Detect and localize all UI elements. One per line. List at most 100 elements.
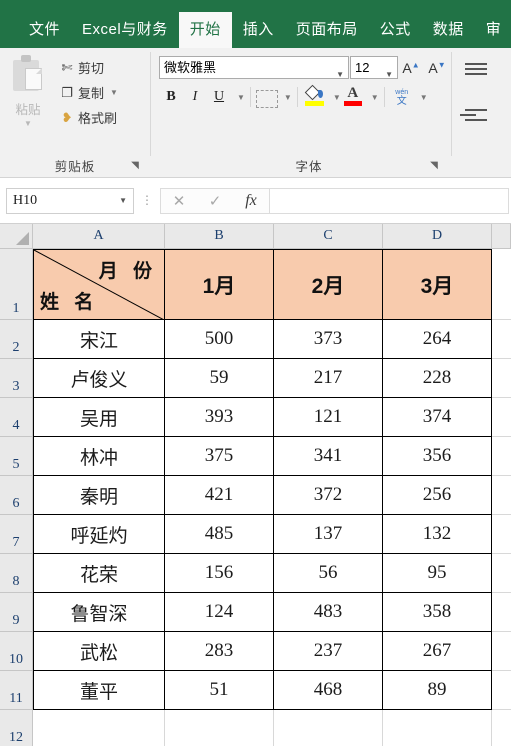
cell-c3[interactable]: 217 — [274, 359, 383, 398]
font-size-caret-icon[interactable]: ▼ — [385, 64, 393, 85]
cell-d8[interactable]: 95 — [383, 554, 492, 593]
cell-e5[interactable] — [492, 437, 511, 476]
row-header-12[interactable]: 12 — [0, 710, 33, 746]
cell-d11[interactable]: 89 — [383, 671, 492, 710]
cell-b3[interactable]: 59 — [165, 359, 274, 398]
confirm-icon[interactable]: ✓ — [197, 192, 233, 210]
increase-font-size-button[interactable]: A▲ — [398, 60, 424, 76]
row-header-2[interactable]: 2 — [0, 320, 33, 359]
italic-button[interactable]: I — [183, 85, 207, 109]
cell-c10[interactable]: 237 — [274, 632, 383, 671]
borders-dropdown-caret[interactable]: ▼ — [284, 93, 292, 102]
cell-e7[interactable] — [492, 515, 511, 554]
tab-page-layout[interactable]: 页面布局 — [285, 12, 369, 48]
cell-d10[interactable]: 267 — [383, 632, 492, 671]
row-header-5[interactable]: 5 — [0, 437, 33, 476]
borders-icon[interactable] — [255, 89, 278, 108]
cell-d7[interactable]: 132 — [383, 515, 492, 554]
formula-input[interactable] — [270, 187, 509, 214]
cell-d12[interactable] — [383, 710, 492, 746]
cell-e11[interactable] — [492, 671, 511, 710]
cell-e1[interactable] — [492, 249, 511, 320]
cell-b7[interactable]: 485 — [165, 515, 274, 554]
row-header-6[interactable]: 6 — [0, 476, 33, 515]
cell-a10[interactable]: 武松 — [33, 632, 165, 671]
cell-d3[interactable]: 228 — [383, 359, 492, 398]
cell-e6[interactable] — [492, 476, 511, 515]
tab-excel-finance[interactable]: Excel与财务 — [71, 12, 179, 48]
cell-d1[interactable]: 3月 — [383, 249, 492, 320]
cell-a9[interactable]: 鲁智深 — [33, 593, 165, 632]
select-all-corner[interactable] — [0, 224, 33, 249]
phonetic-guide-icon[interactable]: wén 文 — [390, 85, 414, 109]
cell-d2[interactable]: 264 — [383, 320, 492, 359]
cell-a12[interactable] — [33, 710, 165, 746]
cell-e2[interactable] — [492, 320, 511, 359]
cell-c9[interactable]: 483 — [274, 593, 383, 632]
font-color-icon[interactable]: A — [341, 85, 365, 109]
cell-b2[interactable]: 500 — [165, 320, 274, 359]
cell-b1[interactable]: 1月 — [165, 249, 274, 320]
cell-c5[interactable]: 341 — [274, 437, 383, 476]
phonetic-dropdown-caret[interactable]: ▼ — [420, 93, 428, 102]
cell-b6[interactable]: 421 — [165, 476, 274, 515]
cell-c6[interactable]: 372 — [274, 476, 383, 515]
cell-a4[interactable]: 吴用 — [33, 398, 165, 437]
cut-button[interactable]: ✄ 剪切 — [56, 55, 118, 80]
cell-e9[interactable] — [492, 593, 511, 632]
cell-c11[interactable]: 468 — [274, 671, 383, 710]
cell-a8[interactable]: 花荣 — [33, 554, 165, 593]
cell-c2[interactable]: 373 — [274, 320, 383, 359]
row-header-7[interactable]: 7 — [0, 515, 33, 554]
tab-home[interactable]: 开始 — [178, 12, 232, 48]
font-dialog-launcher[interactable]: ◥ — [427, 159, 441, 173]
cell-b10[interactable]: 283 — [165, 632, 274, 671]
cell-b4[interactable]: 393 — [165, 398, 274, 437]
cell-c12[interactable] — [274, 710, 383, 746]
row-header-8[interactable]: 8 — [0, 554, 33, 593]
font-name-caret-icon[interactable]: ▼ — [336, 64, 344, 85]
cell-d4[interactable]: 374 — [383, 398, 492, 437]
font-name-input[interactable]: 微软雅黑 ▼ — [159, 56, 349, 79]
cell-b5[interactable]: 375 — [165, 437, 274, 476]
cell-c7[interactable]: 137 — [274, 515, 383, 554]
cancel-icon[interactable]: ✕ — [161, 192, 197, 210]
paste-dropdown-caret[interactable]: ▼ — [0, 120, 56, 128]
cell-b12[interactable] — [165, 710, 274, 746]
cell-a7[interactable]: 呼延灼 — [33, 515, 165, 554]
row-header-1[interactable]: 1 — [0, 249, 33, 320]
decrease-font-size-button[interactable]: A▼ — [424, 60, 450, 76]
copy-dropdown-caret[interactable]: ▼ — [110, 88, 118, 97]
row-header-3[interactable]: 3 — [0, 359, 33, 398]
clipboard-dialog-launcher[interactable]: ◥ — [128, 159, 142, 173]
align-left-icon[interactable] — [460, 109, 492, 133]
insert-function-icon[interactable]: fx — [233, 192, 269, 210]
tab-insert[interactable]: 插入 — [232, 12, 285, 48]
cell-b11[interactable]: 51 — [165, 671, 274, 710]
cell-d6[interactable]: 256 — [383, 476, 492, 515]
cell-a2[interactable]: 宋江 — [33, 320, 165, 359]
column-header-d[interactable]: D — [383, 224, 492, 249]
row-header-11[interactable]: 11 — [0, 671, 33, 710]
font-color-dropdown-caret[interactable]: ▼ — [371, 93, 379, 102]
cell-c1[interactable]: 2月 — [274, 249, 383, 320]
cell-d5[interactable]: 356 — [383, 437, 492, 476]
cell-e8[interactable] — [492, 554, 511, 593]
cell-a6[interactable]: 秦明 — [33, 476, 165, 515]
column-header-b[interactable]: B — [165, 224, 274, 249]
diagonal-header-cell[interactable]: 月 份 姓 名 — [33, 249, 165, 320]
cell-d9[interactable]: 358 — [383, 593, 492, 632]
cell-e3[interactable] — [492, 359, 511, 398]
cell-a3[interactable]: 卢俊义 — [33, 359, 165, 398]
bold-button[interactable]: B — [159, 85, 183, 109]
tab-review[interactable]: 审 — [475, 12, 511, 48]
align-top-icon[interactable] — [460, 63, 492, 87]
underline-dropdown-caret[interactable]: ▼ — [237, 93, 245, 102]
name-box-caret-icon[interactable]: ▼ — [119, 196, 127, 205]
copy-button[interactable]: ❐ 复制 ▼ — [56, 80, 118, 105]
row-header-10[interactable]: 10 — [0, 632, 33, 671]
cell-a5[interactable]: 林冲 — [33, 437, 165, 476]
cell-a11[interactable]: 董平 — [33, 671, 165, 710]
fill-color-dropdown-caret[interactable]: ▼ — [333, 93, 341, 102]
tab-file[interactable]: 文件 — [18, 12, 71, 48]
